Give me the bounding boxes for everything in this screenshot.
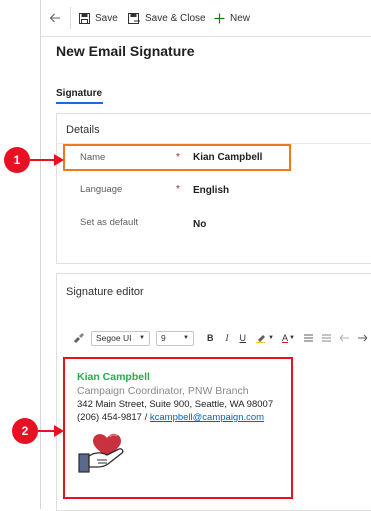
back-arrow-icon	[49, 13, 60, 23]
save-label: Save	[95, 12, 118, 24]
decrease-indent-icon[interactable]	[339, 334, 349, 342]
toolbar-separator	[70, 7, 71, 29]
callout-arrow-1	[30, 159, 56, 161]
back-button[interactable]	[49, 0, 61, 36]
highlight-color-button[interactable]: ▼	[256, 333, 274, 343]
language-field[interactable]: English	[193, 185, 229, 196]
increase-indent-icon[interactable]	[357, 334, 367, 342]
save-and-close-button[interactable]: Save & Close	[128, 0, 206, 36]
chevron-down-icon: ▼	[139, 335, 145, 341]
field-label-language: Language	[80, 184, 123, 195]
callout-badge-1: 1	[4, 147, 30, 173]
font-color-button[interactable]: A ▼	[282, 333, 295, 343]
numbered-list-icon[interactable]	[321, 334, 331, 342]
highlighter-icon	[256, 335, 265, 343]
font-size-value: 9	[161, 333, 166, 343]
left-nav-border	[40, 0, 41, 509]
editor-toolbar: Segoe UI ▼ 9 ▼ B I U ▼ A ▼	[63, 328, 371, 348]
font-family-value: Segoe UI	[96, 333, 132, 343]
signature-editor-title: Signature editor	[66, 286, 144, 298]
page-title: New Email Signature	[56, 43, 195, 59]
plus-icon	[214, 13, 225, 23]
format-painter-icon[interactable]	[73, 333, 85, 343]
save-close-icon	[128, 12, 140, 24]
chevron-down-icon: ▼	[183, 335, 189, 341]
tab-active-indicator	[56, 102, 103, 104]
italic-button[interactable]: I	[226, 333, 229, 343]
bold-button[interactable]: B	[207, 333, 214, 343]
font-size-select[interactable]: 9 ▼	[156, 330, 194, 346]
new-button[interactable]: New	[214, 0, 250, 36]
required-marker: *	[176, 184, 180, 195]
font-family-select[interactable]: Segoe UI ▼	[91, 330, 150, 346]
callout-badge-2: 2	[12, 418, 38, 444]
field-label-set-as-default: Set as default	[80, 217, 139, 228]
save-close-label: Save & Close	[145, 12, 206, 24]
signature-content-highlight	[63, 357, 293, 499]
save-button[interactable]: Save	[79, 0, 118, 36]
save-icon	[79, 12, 90, 24]
font-color-icon: A	[281, 333, 288, 343]
tab-signature[interactable]: Signature	[56, 88, 102, 99]
bulleted-list-icon[interactable]	[303, 334, 313, 342]
chevron-down-icon: ▼	[268, 335, 274, 341]
callout-arrow-2	[38, 430, 55, 432]
arrowhead-icon	[54, 154, 64, 166]
details-section-title: Details	[66, 124, 100, 136]
name-field-highlight	[63, 144, 291, 171]
set-as-default-field[interactable]: No	[193, 219, 206, 230]
arrowhead-icon	[54, 425, 64, 437]
command-bar: Save Save & Close New	[41, 0, 371, 37]
new-label: New	[230, 12, 251, 24]
chevron-down-icon: ▼	[288, 335, 295, 341]
underline-button[interactable]: U	[240, 333, 247, 343]
